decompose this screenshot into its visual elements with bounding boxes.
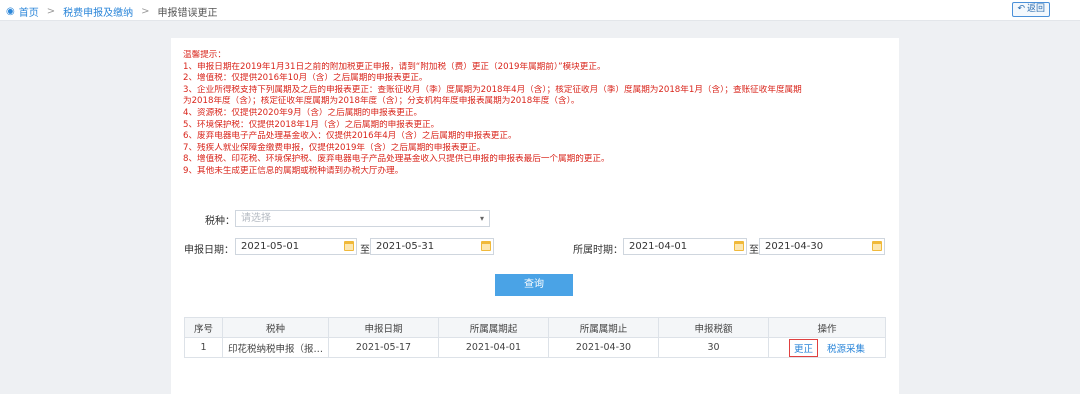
cell-declare-date: 2021-05-17 bbox=[328, 337, 439, 358]
caret-down-icon: ▾ bbox=[479, 214, 484, 223]
declare-date-from-value: 2021-05-01 bbox=[241, 241, 300, 252]
breadcrumb-current: 申报错误更正 bbox=[157, 8, 218, 19]
tax-type-select[interactable]: 请选择 ▾ bbox=[235, 210, 490, 227]
notice-line: 6、废弃电器电子产品处理基金收入：仅提供2016年4月（含）之后属期的申报表更正… bbox=[183, 131, 517, 142]
tax-source-collect-link[interactable]: 税源采集 bbox=[827, 344, 865, 355]
cell-amount: 30 bbox=[658, 337, 769, 358]
notice-block: 温馨提示： 1、申报日期在2019年1月31日之前的附加税更正申报，请到“附加税… bbox=[183, 50, 893, 178]
notice-line: 2、增值税：仅提供2016年10月（含）之后属期的申报表更正。 bbox=[183, 73, 428, 84]
query-button[interactable]: 查询 bbox=[495, 274, 573, 296]
tax-type-label: 税种： bbox=[205, 216, 235, 227]
return-arrow-icon: ↶ bbox=[1017, 4, 1025, 14]
notice-line: 为2018年度（含）；核定征收年度属期为2018年度（含）；分支机构年度申报表属… bbox=[183, 96, 580, 107]
main-panel: 温馨提示： 1、申报日期在2019年1月31日之前的附加税更正申报，请到“附加税… bbox=[171, 38, 899, 394]
declare-date-label: 申报日期： bbox=[184, 245, 234, 256]
table-row: 1 印花税纳税申报（报… 2021-05-17 2021-04-01 2021-… bbox=[184, 337, 886, 358]
col-period-end: 所属属期止 bbox=[548, 317, 659, 338]
calendar-icon[interactable] bbox=[344, 241, 354, 251]
notice-line: 8、增值税、印花税、环境保护税、废弃电器电子产品处理基金收入只提供已申报的申报表… bbox=[183, 154, 610, 165]
correct-link[interactable]: 更正 bbox=[788, 338, 818, 357]
back-button-label: 返回 bbox=[1026, 4, 1045, 14]
notice-line: 温馨提示： bbox=[183, 50, 226, 60]
col-period-start: 所属属期起 bbox=[438, 317, 549, 338]
table-header-row: 序号 税种 申报日期 所属属期起 所属属期止 申报税额 操作 bbox=[184, 317, 886, 338]
top-bar: ◉ 首页 > 税费申报及缴纳 > 申报错误更正 ↶ 返回 bbox=[0, 0, 1080, 21]
period-to-input[interactable]: 2021-04-30 bbox=[759, 238, 885, 255]
declare-date-to-value: 2021-05-31 bbox=[376, 241, 435, 252]
notice-line: 5、环境保护税：仅提供2018年1月（含）之后属期的申报表更正。 bbox=[183, 119, 440, 130]
tax-type-placeholder: 请选择 bbox=[241, 213, 271, 224]
cell-tax: 印花税纳税申报（报… bbox=[222, 337, 329, 358]
cell-period-end: 2021-04-30 bbox=[548, 337, 659, 358]
declare-date-to-input[interactable]: 2021-05-31 bbox=[370, 238, 494, 255]
calendar-icon[interactable] bbox=[872, 241, 882, 251]
notice-line: 1、申报日期在2019年1月31日之前的附加税更正申报，请到“附加税（费）更正（… bbox=[183, 61, 606, 72]
breadcrumb-tax-filing[interactable]: 税费申报及缴纳 bbox=[63, 4, 133, 19]
col-action: 操作 bbox=[768, 317, 886, 338]
results-table: 序号 税种 申报日期 所属属期起 所属属期止 申报税额 操作 1 印花税纳税申报… bbox=[184, 317, 886, 358]
declare-date-from-input[interactable]: 2021-05-01 bbox=[235, 238, 357, 255]
period-from-input[interactable]: 2021-04-01 bbox=[623, 238, 747, 255]
notice-line: 3、企业所得税支持下列属期及之后的申报表更正：查账征收月（季）度属期为2018年… bbox=[183, 84, 802, 95]
col-amount: 申报税额 bbox=[658, 317, 769, 338]
period-to-value: 2021-04-30 bbox=[765, 241, 824, 252]
period-from-value: 2021-04-01 bbox=[629, 241, 688, 252]
breadcrumb-separator: > bbox=[141, 6, 150, 17]
notice-line: 9、其他未生成更正信息的属期或税种请到办税大厅办理。 bbox=[183, 165, 404, 176]
cell-index: 1 bbox=[184, 337, 223, 358]
notice-line: 7、残疾人就业保障金缴费申报，仅提供2019年（含）之后属期的申报表更正。 bbox=[183, 142, 486, 153]
calendar-icon[interactable] bbox=[481, 241, 491, 251]
breadcrumb: ◉ 首页 > 税费申报及缴纳 > 申报错误更正 bbox=[6, 4, 218, 19]
col-index: 序号 bbox=[184, 317, 223, 338]
breadcrumb-separator: > bbox=[46, 6, 56, 17]
calendar-icon[interactable] bbox=[734, 241, 744, 251]
back-button[interactable]: ↶ 返回 bbox=[1012, 2, 1050, 17]
period-label: 所属时期： bbox=[573, 245, 623, 256]
col-declare-date: 申报日期 bbox=[328, 317, 439, 338]
cell-action: 更正 税源采集 bbox=[768, 337, 886, 358]
col-tax: 税种 bbox=[222, 317, 329, 338]
period-to-label: 至 bbox=[749, 245, 759, 256]
declare-to-label: 至 bbox=[360, 245, 370, 256]
cell-period-start: 2021-04-01 bbox=[438, 337, 549, 358]
notice-line: 4、资源税：仅提供2020年9月（含）之后属期的申报表更正。 bbox=[183, 107, 423, 118]
breadcrumb-home[interactable]: 首页 bbox=[19, 4, 39, 19]
location-pin-icon: ◉ bbox=[6, 6, 15, 17]
